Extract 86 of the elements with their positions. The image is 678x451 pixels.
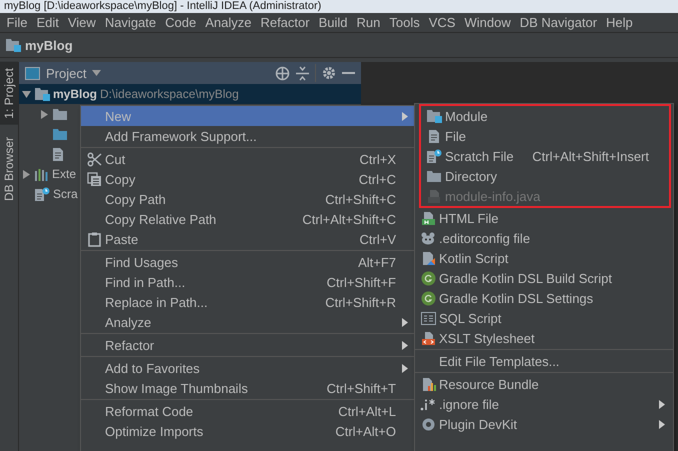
copy-icon xyxy=(86,172,102,186)
menu-item[interactable]: Gradle Kotlin DSL Settings xyxy=(415,288,673,308)
tree-item-path: D:\ideaworkspace\myBlog xyxy=(100,87,239,101)
file-icon xyxy=(427,188,441,204)
menu-bar-item[interactable]: Analyze xyxy=(200,15,256,30)
menu-item[interactable]: Copy Ctrl+C xyxy=(81,169,416,189)
collapse-arrow-icon[interactable] xyxy=(40,110,49,118)
settings-icon[interactable] xyxy=(322,66,336,80)
menu-item[interactable]: .ignore file xyxy=(415,394,673,414)
folder-icon xyxy=(52,108,68,120)
kotlin-file-icon xyxy=(420,250,436,266)
menu-bar-item[interactable]: Refactor xyxy=(256,15,314,30)
scratch-file-icon xyxy=(34,186,50,202)
menu-item[interactable]: Refactor xyxy=(81,335,416,355)
ignore-file-icon xyxy=(420,398,436,410)
menu-item[interactable]: Reformat Code Ctrl+Alt+L xyxy=(81,401,416,421)
locate-icon[interactable] xyxy=(275,66,290,80)
menu-item[interactable]: Find in Path... Ctrl+Shift+F xyxy=(81,272,416,292)
scissors-icon xyxy=(86,152,102,166)
dropdown-arrow-icon[interactable] xyxy=(92,70,102,76)
folder-icon xyxy=(426,170,442,182)
menu-item[interactable]: Resource Bundle xyxy=(415,374,673,394)
menu-item[interactable]: Analyze xyxy=(81,312,416,332)
xslt-file-icon xyxy=(420,330,436,346)
panel-icon xyxy=(25,66,40,80)
sql-file-icon xyxy=(420,312,436,324)
menu-item[interactable]: Add to Favorites xyxy=(81,358,416,378)
menu-item[interactable]: HTML File xyxy=(415,208,673,228)
menu-bar-item[interactable]: VCS xyxy=(424,15,460,30)
tree-item-label[interactable]: myBlog xyxy=(53,87,98,101)
menu-item[interactable]: Copy Path Ctrl+Shift+C xyxy=(81,189,416,209)
menu-item[interactable]: Scratch File Ctrl+Alt+Shift+Insert xyxy=(421,146,669,166)
collapse-arrow-icon[interactable] xyxy=(22,170,31,178)
menu-bar-item[interactable]: Window xyxy=(460,15,516,30)
menu-bar-item[interactable]: Edit xyxy=(32,15,64,30)
menu-item[interactable]: Optimize Imports Ctrl+Alt+O xyxy=(81,421,416,441)
html-file-icon xyxy=(420,210,436,226)
menu-item[interactable]: Directory xyxy=(421,166,669,186)
menu-item[interactable]: Kotlin Script xyxy=(415,248,673,268)
menu-bar-item[interactable]: DB Navigator xyxy=(515,15,602,30)
menu-item[interactable]: Replace in Path... Ctrl+Shift+R xyxy=(81,292,416,312)
menu-item[interactable]: Copy Relative Path Ctrl+Alt+Shift+C xyxy=(81,209,416,229)
menu-item[interactable]: .editorconfig file xyxy=(415,228,673,248)
mouse-icon xyxy=(420,230,436,246)
tree-item-label[interactable]: Exte xyxy=(52,167,76,181)
gradle-icon xyxy=(420,290,436,306)
breadcrumb-item[interactable]: myBlog xyxy=(25,38,73,52)
folder-icon xyxy=(52,128,68,140)
menu-item[interactable]: Plugin DevKit xyxy=(415,414,673,434)
menu-item[interactable]: Module xyxy=(421,106,669,126)
libraries-icon xyxy=(34,168,49,180)
module-icon xyxy=(34,87,50,101)
menu-item[interactable]: Find Usages Alt+F7 xyxy=(81,252,416,272)
menu-item[interactable]: XSLT Stylesheet xyxy=(415,328,673,348)
menu-bar-item[interactable]: Tools xyxy=(384,15,424,30)
menu-item[interactable]: File xyxy=(421,126,669,146)
menu-bar-item[interactable]: View xyxy=(63,15,100,30)
resource-bundle-icon xyxy=(420,376,436,392)
menu-item[interactable]: SQL Script xyxy=(415,308,673,328)
scratch-file-icon xyxy=(426,148,442,164)
clipboard-icon xyxy=(88,232,100,246)
module-icon xyxy=(426,109,442,123)
gradle-icon xyxy=(420,270,436,286)
file-icon xyxy=(428,128,440,144)
collapse-all-icon[interactable] xyxy=(296,66,309,80)
menu-item[interactable]: Show Image Thumbnails Ctrl+Shift+T xyxy=(81,378,416,398)
tool-window-tab[interactable]: 1: Project xyxy=(0,62,18,125)
module-icon xyxy=(5,38,21,52)
menu-item[interactable]: Cut Ctrl+X xyxy=(81,149,416,169)
expand-arrow-icon[interactable] xyxy=(22,90,31,98)
tree-item-label[interactable]: Scra xyxy=(53,187,78,201)
menu-bar-item[interactable]: Code xyxy=(160,15,201,30)
menu-bar-item[interactable]: Navigate xyxy=(100,15,161,30)
minimize-icon[interactable] xyxy=(342,72,355,74)
menu-bar-item[interactable]: Build xyxy=(314,15,352,30)
menu-bar-item[interactable]: Run xyxy=(352,15,385,30)
panel-title[interactable]: Project xyxy=(46,66,86,80)
menu-bar-item[interactable]: Help xyxy=(602,15,638,30)
menu-item[interactable]: Add Framework Support... xyxy=(81,126,416,146)
file-icon xyxy=(52,146,64,162)
menu-bar-item[interactable]: File xyxy=(2,15,32,30)
window-title: myBlog [D:\ideaworkspace\myBlog] - IntelliJ IDEA (Administrator) xyxy=(4,0,322,13)
menu-item[interactable]: Gradle Kotlin DSL Build Script xyxy=(415,268,673,288)
menu-item[interactable]: Edit File Templates... xyxy=(415,351,673,371)
menu-item[interactable]: Paste Ctrl+V xyxy=(81,229,416,249)
tool-window-tab[interactable]: DB Browser xyxy=(0,130,18,207)
